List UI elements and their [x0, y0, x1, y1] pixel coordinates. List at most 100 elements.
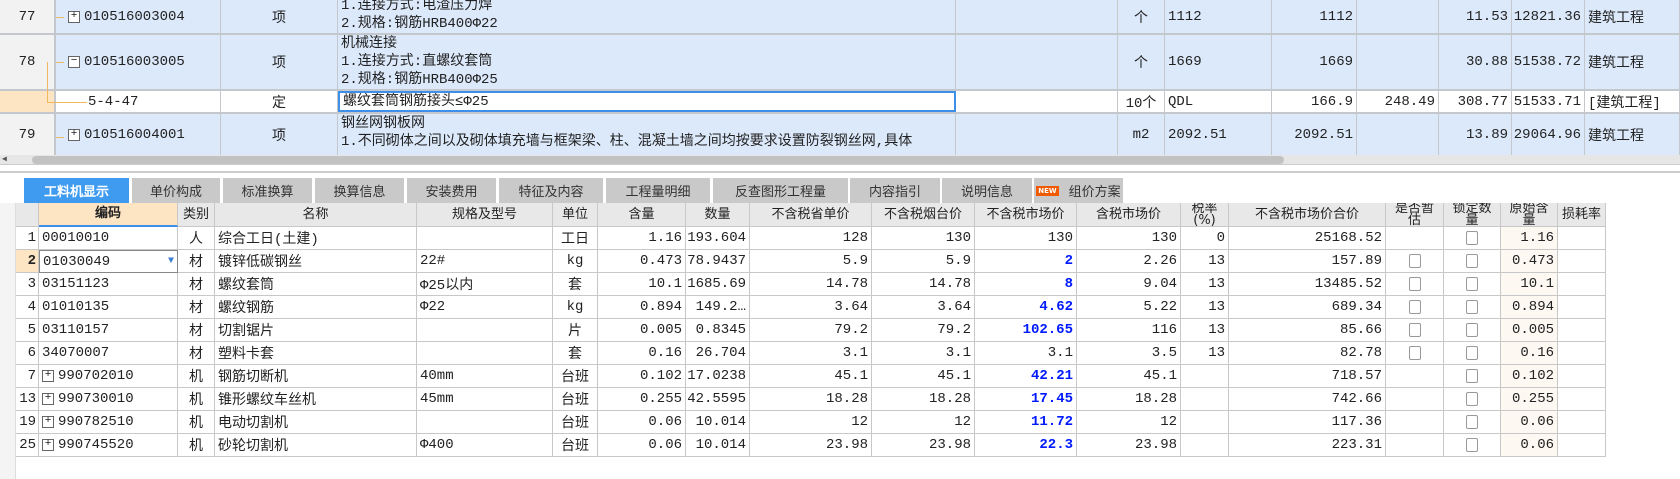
cell-code[interactable]: 03110157 — [39, 319, 178, 342]
cell-lock — [1444, 296, 1501, 319]
cell-content[interactable]: 0.102 — [598, 365, 686, 388]
collapse-icon[interactable]: − — [68, 56, 80, 68]
lock-quantity-checkbox[interactable] — [1466, 415, 1478, 429]
bill-row[interactable]: 79 +010516004001 项钢丝网钢板网 1.不同砌体之间以及砌体填充墙与框架… — [0, 114, 1680, 155]
bill-row[interactable]: 78−010516003005 项机械连接 1.连接方式:直螺纹套筒 2.规格:钢筋H… — [0, 35, 1680, 91]
column-header[interactable] — [16, 203, 39, 227]
expand-icon[interactable]: + — [68, 10, 80, 23]
cell-content[interactable]: 0.005 — [598, 319, 686, 342]
cell-code[interactable]: 00010010 — [39, 227, 178, 250]
bill-row[interactable]: 5-4-47 定螺纹套筒钢筋接头≤Φ25 10个 QDL 166.9 248.49 308.… — [0, 91, 1680, 114]
cell-content[interactable]: 0.06 — [598, 411, 686, 434]
cell-market[interactable]: 17.45 — [975, 388, 1077, 411]
provisional-checkbox[interactable] — [1408, 323, 1421, 337]
column-header[interactable]: 不含税省单价 — [750, 203, 872, 227]
cell-content[interactable]: 0.255 — [598, 388, 686, 411]
cell-est — [1386, 273, 1444, 296]
scroll-left-icon[interactable]: ◀ — [2, 155, 7, 165]
column-header[interactable]: 含量 — [598, 203, 686, 227]
cell-content[interactable]: 0.06 — [598, 434, 686, 457]
cell-market[interactable]: 22.3 — [975, 434, 1077, 457]
bill-cell-type: 项 — [221, 35, 338, 89]
tab-3[interactable]: 换算信息 — [315, 178, 404, 203]
tab-10[interactable]: NEW 组价方案 — [1034, 178, 1123, 203]
column-header[interactable]: 不含税市场价 — [975, 203, 1077, 227]
column-header[interactable]: 损耗率 — [1558, 203, 1606, 227]
cell-code[interactable]: +990730010 — [39, 388, 178, 411]
panel-splitter[interactable] — [0, 171, 1680, 173]
column-header[interactable]: 单位 — [553, 203, 598, 227]
column-header[interactable]: 不含税烟台价 — [872, 203, 975, 227]
column-header[interactable]: 类别 — [178, 203, 215, 227]
cell-content[interactable]: 0.473 — [598, 250, 686, 273]
bill-cell-desc[interactable]: 螺纹套筒钢筋接头≤Φ25 — [338, 91, 956, 112]
dropdown-arrow-icon[interactable]: ▼ — [168, 256, 174, 267]
tab-5[interactable]: 特征及内容 — [499, 178, 603, 203]
bill-row[interactable]: 77 +010516003004 项 1.连接方式:电渣压力焊 2.规格:钢筋HRB40… — [0, 0, 1680, 35]
cell-unit: 套 — [553, 342, 598, 365]
column-header[interactable]: 规格及型号 — [417, 203, 553, 227]
column-header[interactable]: 锁定数量 — [1444, 203, 1501, 227]
cell-code[interactable]: 03151123 — [39, 273, 178, 296]
expand-icon[interactable]: + — [68, 128, 80, 141]
tab-8[interactable]: 内容指引 — [850, 178, 940, 203]
cell-code[interactable]: +990745520 — [39, 434, 178, 457]
cell-content[interactable]: 1.16 — [598, 227, 686, 250]
provisional-checkbox[interactable] — [1408, 300, 1421, 314]
column-header[interactable]: 原始含量 — [1501, 203, 1558, 227]
provisional-checkbox[interactable] — [1408, 277, 1421, 291]
lock-quantity-checkbox[interactable] — [1466, 231, 1478, 245]
cell-yt: 5.9 — [872, 250, 975, 273]
expand-icon[interactable]: + — [42, 393, 54, 405]
cell-total: 223.31 — [1229, 434, 1386, 457]
lock-quantity-checkbox[interactable] — [1466, 369, 1478, 383]
provisional-checkbox[interactable] — [1408, 254, 1421, 268]
column-header[interactable]: 税率(%) — [1181, 203, 1229, 227]
lock-quantity-checkbox[interactable] — [1466, 438, 1478, 452]
tab-7[interactable]: 反查图形工程量 — [713, 178, 848, 203]
provisional-checkbox[interactable] — [1408, 346, 1421, 360]
lock-quantity-checkbox[interactable] — [1466, 277, 1478, 291]
cell-market[interactable]: 4.62 — [975, 296, 1077, 319]
scrollbar-thumb[interactable] — [32, 156, 1284, 164]
cell-code[interactable]: 34070007 — [39, 342, 178, 365]
cell-market[interactable]: 3.1 — [975, 342, 1077, 365]
desc-line: 机械连接 — [341, 36, 397, 52]
cell-code[interactable]: 01010135 — [39, 296, 178, 319]
lock-quantity-checkbox[interactable] — [1466, 300, 1478, 314]
cell-market[interactable]: 42.21 — [975, 365, 1077, 388]
tab-1[interactable]: 单价构成 — [132, 178, 220, 203]
cell-market[interactable]: 130 — [975, 227, 1077, 250]
horizontal-scrollbar[interactable]: ◀ — [0, 155, 1680, 165]
cell-code[interactable]: +990782510 — [39, 411, 178, 434]
resource-code: 01030049 — [43, 253, 111, 270]
lock-quantity-checkbox[interactable] — [1466, 392, 1478, 406]
expand-icon[interactable]: + — [42, 439, 54, 451]
tab-2[interactable]: 标准换算 — [223, 178, 312, 203]
lock-quantity-checkbox[interactable] — [1466, 346, 1478, 360]
tab-6[interactable]: 工程量明细 — [606, 178, 710, 203]
cell-code[interactable]: +990702010 — [39, 365, 178, 388]
tab-4[interactable]: 安装费用 — [407, 178, 496, 203]
cell-code[interactable]: 01030049 ▼ — [39, 250, 178, 273]
expand-icon[interactable]: + — [42, 416, 54, 428]
cell-content[interactable]: 10.1 — [598, 273, 686, 296]
tab-9[interactable]: 说明信息 — [942, 178, 1032, 203]
cell-content[interactable]: 0.894 — [598, 296, 686, 319]
column-header[interactable]: 数量 — [686, 203, 750, 227]
lock-quantity-checkbox[interactable] — [1466, 323, 1478, 337]
column-header[interactable]: 编码 — [39, 203, 178, 227]
cell-market[interactable]: 11.72 — [975, 411, 1077, 434]
column-header[interactable]: 名称 — [215, 203, 417, 227]
lock-quantity-checkbox[interactable] — [1466, 254, 1478, 268]
tab-0[interactable]: 工料机显示 — [24, 178, 129, 203]
cell-tax-price: 45.1 — [1077, 365, 1181, 388]
column-header[interactable]: 不含税市场价合价 — [1229, 203, 1386, 227]
expand-icon[interactable]: + — [42, 370, 54, 382]
cell-market[interactable]: 102.65 — [975, 319, 1077, 342]
cell-market[interactable]: 8 — [975, 273, 1077, 296]
column-header[interactable]: 含税市场价 — [1077, 203, 1181, 227]
column-header[interactable]: 是否暂估 — [1386, 203, 1444, 227]
cell-market[interactable]: 2 — [975, 250, 1077, 273]
cell-content[interactable]: 0.16 — [598, 342, 686, 365]
